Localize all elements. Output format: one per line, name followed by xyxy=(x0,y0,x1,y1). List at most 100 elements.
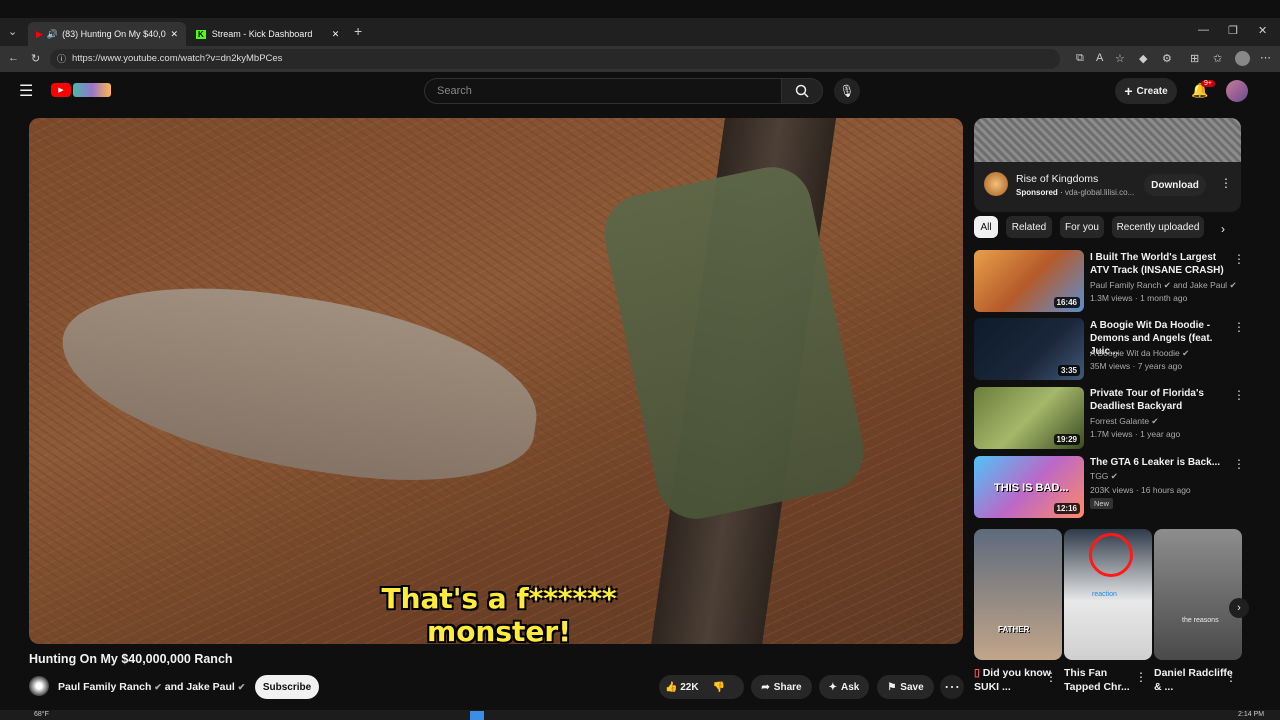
new-badge: New xyxy=(1090,498,1114,509)
rec-channel[interactable]: TGG ✔ xyxy=(1090,471,1118,482)
ad-download-button[interactable]: Download xyxy=(1144,174,1206,196)
video-thumbnail[interactable]: 3:35 xyxy=(974,318,1084,380)
subscribe-button[interactable]: Subscribe xyxy=(255,675,319,699)
duration-badge: 16:46 xyxy=(1053,297,1080,308)
rec-channel[interactable]: Paul Family Ranch ✔ and Jake Paul ✔ xyxy=(1090,280,1237,291)
account-avatar[interactable] xyxy=(1226,80,1248,102)
sparkle-icon: ✦ xyxy=(828,681,838,693)
video-thumbnail[interactable]: 16:46 xyxy=(974,250,1084,312)
site-info-icon[interactable]: ⓘ xyxy=(57,49,66,69)
chip-recently-uploaded[interactable]: Recently uploaded xyxy=(1112,216,1204,238)
rec-menu-icon[interactable]: ⋮ xyxy=(1233,252,1245,266)
thumbnail-text: FATHER xyxy=(998,625,1030,634)
extension-diamond-icon[interactable]: ◆ xyxy=(1139,52,1147,65)
thumbs-down-icon: 👎 xyxy=(712,681,726,693)
rec-channel-name: Forrest Galante xyxy=(1090,416,1150,426)
save-label: Save xyxy=(900,681,924,693)
back-icon[interactable]: ← xyxy=(8,52,19,64)
tab-label: (83) Hunting On My $40,000,0 xyxy=(62,29,166,39)
shorts-next-button[interactable]: › xyxy=(1229,598,1249,618)
youtube-logo[interactable]: ▶ xyxy=(51,83,71,97)
voice-search-button[interactable]: 🎙 xyxy=(834,78,860,104)
short-menu-icon[interactable]: ⋮ xyxy=(1135,670,1147,684)
tab-kick[interactable]: K Stream - Kick Dashboard ✕ xyxy=(188,22,348,46)
like-button[interactable]: 👍 22K xyxy=(665,682,699,693)
close-tab-icon[interactable]: ✕ xyxy=(170,29,178,40)
thumbnail-text: THIS IS BAD... xyxy=(994,482,1069,494)
short-title[interactable]: This Fan Tapped Chr... xyxy=(1064,666,1144,694)
tab-youtube[interactable]: ▶ 🔊 (83) Hunting On My $40,000,0 ✕ xyxy=(28,22,186,46)
rec-channel[interactable]: Forrest Galante ✔ xyxy=(1090,416,1159,427)
favorites-icon[interactable]: ✩ xyxy=(1213,52,1222,65)
channel-avatar[interactable] xyxy=(29,676,49,696)
video-thumbnail[interactable]: THIS IS BAD... 12:16 xyxy=(974,456,1084,518)
chip-all[interactable]: All xyxy=(974,216,998,238)
clock-text[interactable]: 2:14 PM xyxy=(1238,711,1264,718)
search-placeholder: Search xyxy=(437,85,472,97)
reader-icon[interactable]: ⧉ xyxy=(1076,52,1084,65)
short-thumbnail[interactable]: reaction xyxy=(1064,529,1152,660)
short-thumbnail[interactable]: the reasons xyxy=(1154,529,1242,660)
favorite-star-icon[interactable]: ☆ xyxy=(1115,52,1125,65)
tab-list-chevron-icon[interactable]: ⌄ xyxy=(8,25,17,38)
rec-title[interactable]: The GTA 6 Leaker is Back... xyxy=(1090,456,1230,469)
rec-title[interactable]: I Built The World's Largest ATV Track (I… xyxy=(1090,251,1230,277)
rec-channel-name: TGG xyxy=(1090,471,1109,481)
read-aloud-icon[interactable]: A xyxy=(1096,52,1103,64)
ad-banner-image xyxy=(974,118,1241,162)
search-input[interactable]: Search xyxy=(424,78,782,104)
short-menu-icon[interactable]: ⋮ xyxy=(1225,670,1237,684)
search-button[interactable] xyxy=(781,78,823,104)
new-tab-button[interactable]: + xyxy=(354,23,362,39)
chips-next-chevron-icon[interactable]: › xyxy=(1221,222,1225,236)
rec-menu-icon[interactable]: ⋮ xyxy=(1233,457,1245,471)
profile-avatar[interactable] xyxy=(1235,51,1250,66)
create-button[interactable]: + Create xyxy=(1115,78,1177,104)
chip-for-you[interactable]: For you xyxy=(1060,216,1104,238)
duration-badge: 3:35 xyxy=(1057,365,1080,376)
rec-title[interactable]: Private Tour of Florida's Deadliest Back… xyxy=(1090,387,1230,413)
weather-text[interactable]: 68°F xyxy=(34,711,49,718)
split-screen-icon[interactable]: ⊞ xyxy=(1190,52,1199,65)
rec-channel-name: A Boogie Wit da Hoodie xyxy=(1090,348,1180,358)
doodle-logo-icon[interactable] xyxy=(73,83,111,97)
minimize-icon[interactable]: — xyxy=(1198,24,1209,36)
start-button[interactable] xyxy=(470,711,484,720)
ad-menu-icon[interactable]: ⋮ xyxy=(1220,176,1232,190)
chevron-right-icon: › xyxy=(1237,602,1241,614)
restore-icon[interactable]: ❐ xyxy=(1228,24,1238,37)
chip-related[interactable]: Related xyxy=(1006,216,1052,238)
speaker-icon[interactable]: 🔊 xyxy=(47,29,58,40)
reload-icon[interactable]: ↻ xyxy=(31,52,40,65)
short-title[interactable]: ▯ Did you know SUKI ... xyxy=(974,666,1054,694)
extensions-icon[interactable]: ⚙ xyxy=(1162,52,1172,65)
save-button[interactable]: ⚑ Save xyxy=(877,675,934,699)
tab-label: Stream - Kick Dashboard xyxy=(211,29,313,39)
rec-meta: 203K views · 16 hours ago xyxy=(1090,485,1191,495)
close-tab-icon[interactable]: ✕ xyxy=(332,29,340,40)
video-thumbnail[interactable]: 19:29 xyxy=(974,387,1084,449)
browser-tab-strip: ⌄ ▶ 🔊 (83) Hunting On My $40,000,0 ✕ K S… xyxy=(0,18,1280,46)
close-window-icon[interactable]: ✕ xyxy=(1258,24,1267,37)
shorts-icon: ▯ xyxy=(974,667,980,679)
share-button[interactable]: ➦ Share xyxy=(751,675,812,699)
collab-channel-name[interactable]: Jake Paul xyxy=(186,681,234,693)
short-thumbnail[interactable]: FATHER xyxy=(974,529,1062,660)
more-menu-icon[interactable]: ⋯ xyxy=(1260,51,1271,64)
channel-name[interactable]: Paul Family Ranch xyxy=(58,681,151,693)
rec-channel[interactable]: A Boogie Wit da Hoodie ✔ xyxy=(1090,348,1189,359)
ad-domain: vda-global.lilisi.co... xyxy=(1064,188,1135,197)
ask-button[interactable]: ✦ Ask xyxy=(819,675,869,699)
rec-menu-icon[interactable]: ⋮ xyxy=(1233,320,1245,334)
short-menu-icon[interactable]: ⋮ xyxy=(1045,670,1057,684)
video-player[interactable]: That's a f****** monster! xyxy=(29,118,963,644)
address-bar[interactable]: ⓘ https://www.youtube.com/watch?v=dn2kyM… xyxy=(50,49,1060,69)
hamburger-menu-icon[interactable]: ☰ xyxy=(19,81,33,101)
sponsored-ad-card[interactable]: Rise of Kingdoms Sponsored · vda-global.… xyxy=(974,118,1241,212)
short-title-text: Did you know SUKI ... xyxy=(974,667,1051,693)
duration-badge: 19:29 xyxy=(1053,434,1080,445)
rec-menu-icon[interactable]: ⋮ xyxy=(1233,388,1245,402)
dislike-button[interactable]: 👎 xyxy=(713,682,725,693)
more-actions-button[interactable]: ⋯ xyxy=(940,675,964,699)
short-title[interactable]: Daniel Radcliffe & ... xyxy=(1154,666,1234,694)
